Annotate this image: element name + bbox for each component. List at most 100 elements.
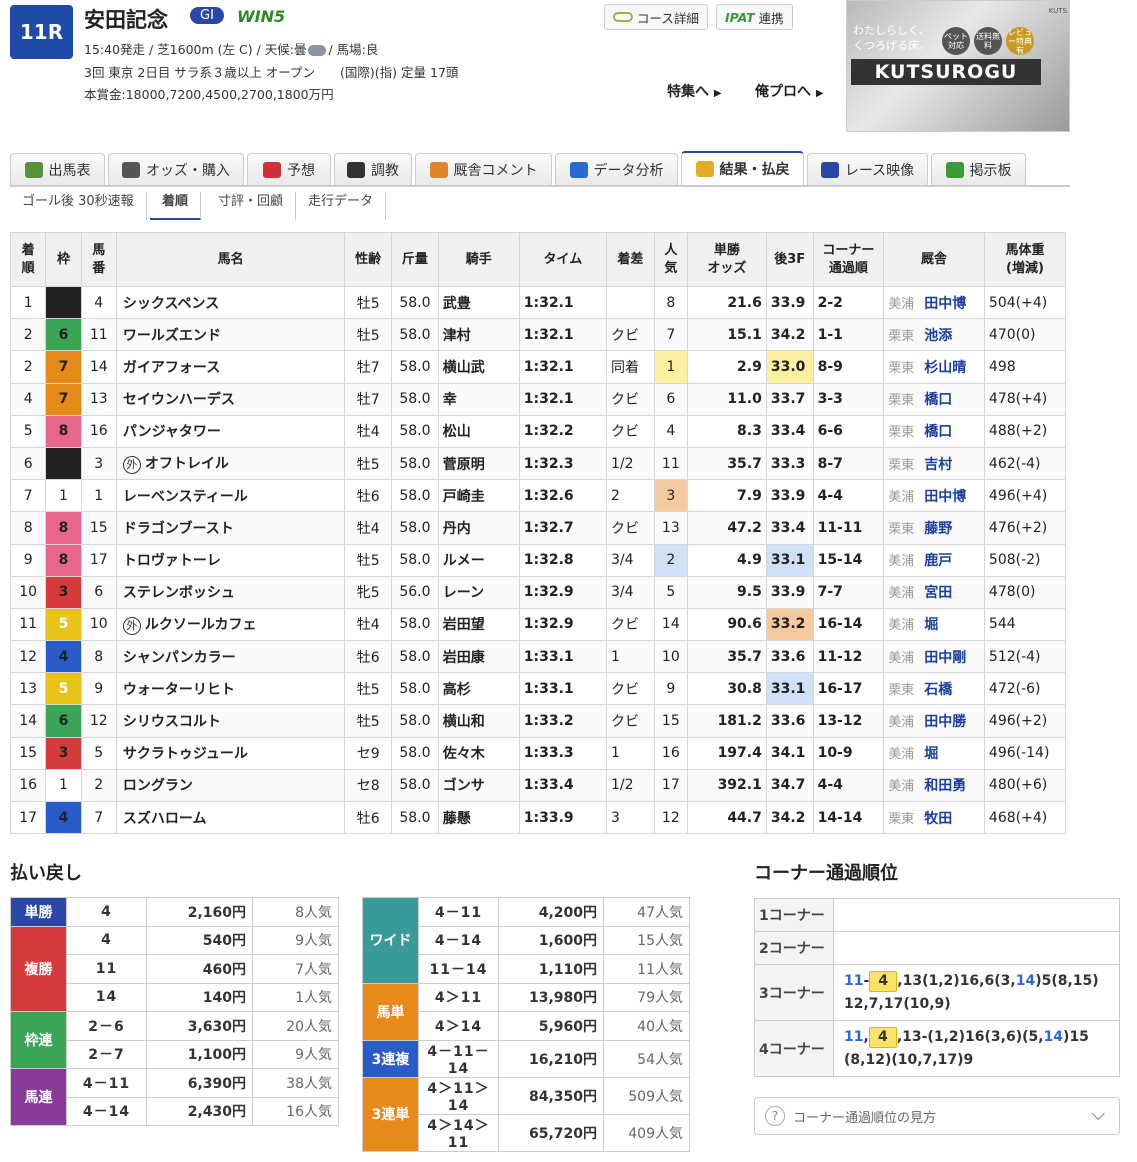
horse-name-link[interactable]: シリウスコルト — [115, 704, 346, 738]
tab-1[interactable]: 出馬表 — [10, 153, 105, 185]
tab-3[interactable]: 予想 — [247, 153, 331, 185]
feature-link[interactable]: 特集へ ▶ — [667, 81, 722, 101]
payout-amount: 2,160円 — [146, 897, 253, 927]
trainer-link[interactable]: 吉村 — [924, 457, 952, 473]
payout-popularity: 8人気 — [252, 897, 339, 927]
horse-name-link[interactable]: 外ルクソールカフェ — [115, 607, 346, 642]
horse-name-link[interactable]: セイウンハーデス — [115, 382, 346, 416]
popularity: 7 — [653, 318, 688, 352]
horse-name-link[interactable]: ドラゴンブースト — [115, 511, 346, 545]
course-detail-button[interactable]: コース詳細 — [604, 4, 708, 30]
body-weight: 462(-4) — [983, 446, 1067, 481]
trainer-link[interactable]: 石橋 — [924, 682, 952, 698]
column-header: 着差 — [605, 232, 655, 287]
ipat-link-button[interactable]: IPAT 連携 — [716, 4, 793, 30]
advertisement-banner[interactable]: わたしらしく、 くつろげる床。 ペット対応 送料無料 レビュー特典有 KUTSUR… — [846, 0, 1070, 132]
tab-7[interactable]: 結果・払戻 — [681, 151, 804, 185]
trainer-link[interactable]: 橋口 — [924, 392, 952, 408]
sex-age: 牡5 — [344, 672, 393, 706]
jockey-link[interactable]: レーン — [437, 575, 520, 609]
table-row: 1 2 4 シックスペンス 牡5 58.0 武豊 1:32.1 8 21.6 33.9 2-2 美浦 田中… — [9, 285, 1067, 320]
horse-name-link[interactable]: シックスペンス — [115, 285, 346, 320]
tab-5[interactable]: 厩舎コメント — [415, 153, 552, 185]
waku-number: 7 — [45, 350, 82, 384]
corner-howto-toggle[interactable]: ? コーナー通過順位の見方 ⌵ — [754, 1097, 1120, 1135]
trainer-link[interactable]: 田中剛 — [924, 650, 966, 666]
horse-name-link[interactable]: ロングラン — [115, 768, 346, 803]
trainer-link[interactable]: 堀 — [924, 746, 938, 762]
triangle-right-icon: ▶ — [815, 88, 824, 99]
subtab-4[interactable]: 走行データ — [296, 192, 387, 220]
trainer-link[interactable]: 藤野 — [924, 521, 952, 537]
jockey-link[interactable]: 佐々木 — [437, 736, 520, 770]
trainer-link[interactable]: 田中勝 — [924, 714, 966, 730]
trainer-link[interactable]: 堀 — [924, 617, 938, 633]
jockey-link[interactable]: 戸崎圭 — [437, 479, 520, 513]
trainer-link[interactable]: 杉山晴 — [924, 360, 966, 376]
horse-name-link[interactable]: レーベンスティール — [115, 479, 346, 513]
stable: 栗東 石橋 — [883, 672, 985, 706]
horse-name-link[interactable]: ウォーターリヒト — [115, 672, 346, 706]
jockey-link[interactable]: 松山 — [437, 414, 520, 448]
trainer-link[interactable]: 田中博 — [924, 296, 966, 312]
jockey-link[interactable]: 武豊 — [437, 285, 520, 320]
horse-name-link[interactable]: シャンパンカラー — [115, 640, 346, 674]
jockey-link[interactable]: 横山武 — [437, 350, 520, 384]
win-odds: 8.3 — [686, 414, 767, 448]
horse-name-link[interactable]: ワールズエンド — [115, 318, 346, 352]
horse-name-link[interactable]: ステレンボッシュ — [115, 575, 346, 609]
subtab-1[interactable]: ゴール後 30秒速報 — [10, 192, 147, 220]
tab-2[interactable]: オッズ・購入 — [108, 153, 244, 185]
horse-name-link[interactable]: パンジャタワー — [115, 414, 346, 448]
win-odds: 7.9 — [686, 479, 767, 513]
trainer-link[interactable]: 和田勇 — [924, 778, 966, 794]
jockey-link[interactable]: 丹内 — [437, 511, 520, 545]
stable: 栗東 藤野 — [883, 511, 985, 545]
trainer-link[interactable]: 宮田 — [924, 585, 952, 601]
corner-order: 4-4 — [812, 479, 885, 513]
weight-carried: 58.0 — [391, 736, 439, 770]
trainer-link[interactable]: 牧田 — [924, 811, 952, 827]
table-row: 11 5 10 外ルクソールカフェ 牡4 58.0 岩田望 1:32.9 クビ 14 90.6 33.… — [9, 607, 1067, 642]
trainer-link[interactable]: 池添 — [924, 328, 952, 344]
payout-popularity: 15人気 — [603, 926, 690, 955]
corner-row: 2コーナー — [754, 931, 1120, 965]
jockey-link[interactable]: 岩田康 — [437, 640, 520, 674]
subtab-2[interactable]: 着順 — [150, 192, 202, 220]
horse-name-link[interactable]: スズハローム — [115, 800, 346, 835]
tab-4[interactable]: 調教 — [334, 153, 412, 185]
tab-6[interactable]: データ分析 — [555, 153, 678, 185]
corner-text: 12,7,17(10,9) — [844, 995, 951, 1012]
jockey-link[interactable]: ゴンサ — [437, 768, 520, 803]
waku-number: 6 — [45, 318, 82, 352]
tab-8[interactable]: レース映像 — [807, 153, 928, 185]
jockey-link[interactable]: 藤懸 — [437, 800, 520, 835]
orepro-link[interactable]: 俺プロへ ▶ — [755, 81, 824, 101]
finish-time: 1:32.9 — [518, 607, 607, 642]
payout-row: 単勝 4 2,160円 8人気 — [10, 897, 339, 927]
jockey-link[interactable]: ルメー — [437, 543, 520, 577]
trainer-link[interactable]: 田中博 — [924, 489, 966, 505]
jockey-link[interactable]: 津村 — [437, 318, 520, 352]
horse-name-link[interactable]: トロヴァトーレ — [115, 543, 346, 577]
subtab-3[interactable]: 寸評・回顧 — [206, 192, 297, 220]
jockey-link[interactable]: 幸 — [437, 382, 520, 416]
jockey-link[interactable]: 横山和 — [437, 704, 520, 738]
horse-name-link[interactable]: サクラトゥジュール — [115, 736, 346, 770]
finish-position: 2 — [9, 350, 47, 384]
payout-amount: 140円 — [146, 983, 253, 1012]
margin: 3 — [605, 800, 655, 835]
tab-9[interactable]: 掲示板 — [931, 153, 1026, 185]
last-3f: 33.9 — [765, 575, 814, 609]
horse-number: 17 — [80, 543, 117, 577]
horse-name-link[interactable]: ガイアフォース — [115, 350, 346, 384]
jockey-link[interactable]: 岩田望 — [437, 607, 520, 642]
tab-label: 掲示板 — [969, 162, 1012, 179]
trainer-link[interactable]: 鹿戸 — [924, 553, 952, 569]
body-weight: 508(-2) — [983, 543, 1067, 577]
trainer-link[interactable]: 橋口 — [924, 424, 952, 440]
jockey-link[interactable]: 高杉 — [437, 672, 520, 706]
jockey-link[interactable]: 菅原明 — [437, 446, 520, 481]
body-weight: 504(+4) — [983, 285, 1067, 320]
horse-name-link[interactable]: 外オフトレイル — [115, 446, 346, 481]
